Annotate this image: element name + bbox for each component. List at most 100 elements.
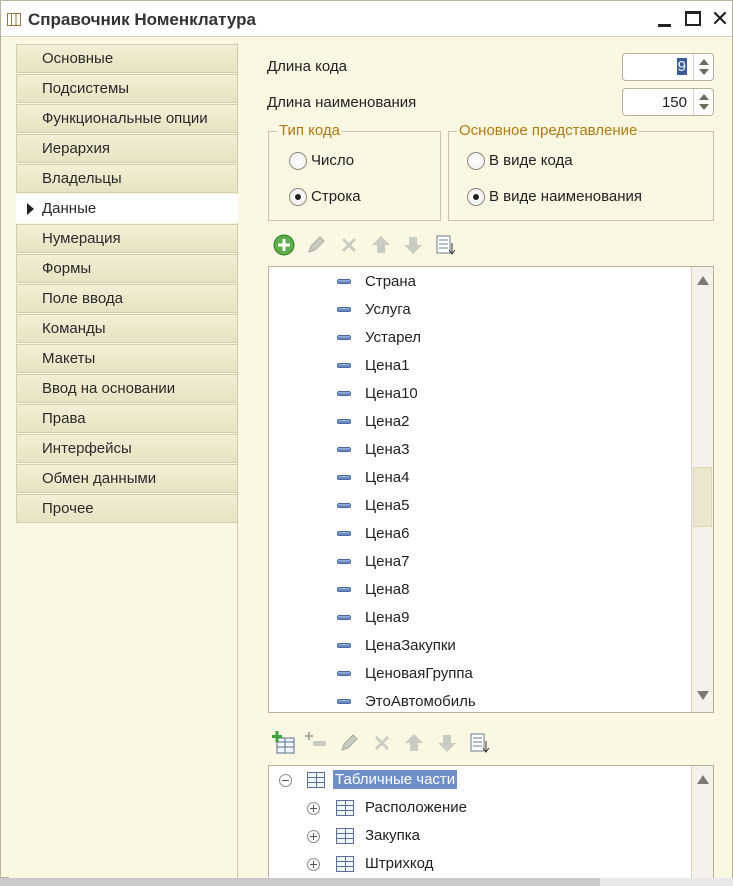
- list-item[interactable]: ЭтоАвтомобиль: [269, 688, 689, 716]
- list-item[interactable]: Цена7: [269, 548, 689, 576]
- horizontal-scrollbar[interactable]: [0, 878, 733, 886]
- code-type-string-label[interactable]: Строка: [311, 188, 361, 205]
- list-item[interactable]: Устарел: [269, 324, 689, 352]
- attribute-icon: [337, 307, 351, 312]
- arrow-up-icon[interactable]: [699, 94, 709, 100]
- sidebar-item-basic[interactable]: Основные: [16, 44, 237, 73]
- code-type-number-label[interactable]: Число: [311, 152, 354, 169]
- code-type-title: Тип кода: [277, 122, 343, 139]
- sidebar-item-hierarchy[interactable]: Иерархия: [16, 134, 237, 163]
- list-item[interactable]: Услуга: [269, 296, 689, 324]
- edit-icon[interactable]: [304, 233, 328, 257]
- table-icon: [307, 772, 325, 788]
- presentation-code-radio[interactable]: [467, 152, 485, 170]
- sidebar-item-subsystems[interactable]: Подсистемы: [16, 74, 237, 103]
- scroll-up-icon[interactable]: [697, 775, 709, 784]
- name-length-stepper[interactable]: [693, 89, 713, 115]
- tree-item[interactable]: Расположение: [269, 794, 689, 822]
- presentation-name-label[interactable]: В виде наименования: [489, 188, 642, 205]
- arrow-down-icon[interactable]: [699, 104, 709, 110]
- sidebar-item-owners[interactable]: Владельцы: [16, 164, 237, 193]
- sidebar-item-rights[interactable]: Права: [16, 404, 237, 433]
- list-item[interactable]: Цена4: [269, 464, 689, 492]
- delete-icon[interactable]: [370, 731, 394, 755]
- list-item[interactable]: Цена5: [269, 492, 689, 520]
- presentation-code-label[interactable]: В виде кода: [489, 152, 573, 169]
- add-icon[interactable]: [272, 233, 296, 257]
- list-item[interactable]: Цена1: [269, 352, 689, 380]
- sort-icon[interactable]: [434, 233, 458, 257]
- expand-icon[interactable]: [307, 802, 320, 815]
- add-table-icon[interactable]: [272, 731, 296, 755]
- collapse-icon[interactable]: [279, 774, 292, 787]
- sidebar-item-input-based-on[interactable]: Ввод на основании: [16, 374, 237, 403]
- tabular-parts-scrollbar[interactable]: [691, 766, 713, 880]
- add-attribute-icon[interactable]: [304, 731, 328, 755]
- attribute-icon: [337, 559, 351, 564]
- list-item[interactable]: ЦеноваяГруппа: [269, 660, 689, 688]
- maximize-button[interactable]: [683, 9, 703, 29]
- list-item[interactable]: Цена2: [269, 408, 689, 436]
- code-length-input[interactable]: 9: [622, 53, 714, 81]
- move-up-icon[interactable]: [369, 233, 393, 257]
- sidebar-item-forms[interactable]: Формы: [16, 254, 237, 283]
- expand-icon[interactable]: [307, 858, 320, 871]
- close-button[interactable]: ✕: [710, 6, 730, 31]
- attribute-icon: [337, 419, 351, 424]
- scroll-down-icon[interactable]: [697, 691, 709, 700]
- catalog-icon: [7, 13, 21, 26]
- sidebar-item-data[interactable]: Данные: [16, 194, 239, 223]
- main-presentation-group: Основное представление В виде кода В вид…: [448, 122, 714, 221]
- close-icon: ✕: [710, 6, 730, 31]
- arrow-up-icon[interactable]: [699, 59, 709, 65]
- list-item[interactable]: Цена9: [269, 604, 689, 632]
- tabular-parts-toolbar: [272, 731, 712, 759]
- attribute-icon: [337, 615, 351, 620]
- sidebar-item-other[interactable]: Прочее: [16, 494, 237, 523]
- tabular-parts-tree[interactable]: Табличные части Расположение Закупка Штр…: [268, 765, 714, 880]
- expand-icon[interactable]: [307, 830, 320, 843]
- code-length-stepper[interactable]: [693, 54, 713, 80]
- attributes-toolbar: [272, 233, 712, 261]
- list-item[interactable]: Цена6: [269, 520, 689, 548]
- arrow-down-icon[interactable]: [699, 69, 709, 75]
- sidebar-item-functional-options[interactable]: Функциональные опции: [16, 104, 237, 133]
- move-down-icon[interactable]: [435, 731, 459, 755]
- list-item[interactable]: Цена8: [269, 576, 689, 604]
- sidebar-item-templates[interactable]: Макеты: [16, 344, 237, 373]
- data-tab-content: Длина кода 9 Длина наименования 150 Тип …: [238, 43, 732, 880]
- code-length-value: 9: [676, 58, 687, 75]
- name-length-label: Длина наименования: [267, 94, 417, 111]
- scroll-thumb[interactable]: [693, 467, 712, 527]
- tree-item[interactable]: Закупка: [269, 822, 689, 850]
- minimize-button[interactable]: [655, 9, 675, 29]
- list-item[interactable]: Цена3: [269, 436, 689, 464]
- tree-item[interactable]: Штрихкод: [269, 850, 689, 878]
- sidebar-item-data-exchange[interactable]: Обмен данными: [16, 464, 237, 493]
- code-type-string-radio[interactable]: [289, 188, 307, 206]
- attributes-list[interactable]: Страна Услуга Устарел Цена1 Цена10 Цена2…: [268, 266, 714, 713]
- tree-root-tabular-parts[interactable]: Табличные части: [269, 766, 689, 794]
- list-item[interactable]: Страна: [269, 268, 689, 296]
- sidebar-item-interfaces[interactable]: Интерфейсы: [16, 434, 237, 463]
- list-item[interactable]: ЦенаЗакупки: [269, 632, 689, 660]
- edit-icon[interactable]: [337, 731, 361, 755]
- name-length-input[interactable]: 150: [622, 88, 714, 116]
- move-up-icon[interactable]: [402, 731, 426, 755]
- sidebar-item-commands[interactable]: Команды: [16, 314, 237, 343]
- minimize-icon: [658, 24, 671, 27]
- scroll-up-icon[interactable]: [697, 276, 709, 285]
- sort-icon[interactable]: [468, 731, 492, 755]
- list-item[interactable]: Цена10: [269, 380, 689, 408]
- move-down-icon[interactable]: [401, 233, 425, 257]
- attribute-icon: [337, 391, 351, 396]
- presentation-name-radio[interactable]: [467, 188, 485, 206]
- attribute-icon: [337, 587, 351, 592]
- delete-icon[interactable]: [337, 233, 361, 257]
- attributes-scrollbar[interactable]: [691, 267, 713, 712]
- sidebar-item-numbering[interactable]: Нумерация: [16, 224, 237, 253]
- attribute-icon: [337, 279, 351, 284]
- sidebar-item-input-field[interactable]: Поле ввода: [16, 284, 237, 313]
- code-type-number-radio[interactable]: [289, 152, 307, 170]
- maximize-icon: [685, 11, 701, 26]
